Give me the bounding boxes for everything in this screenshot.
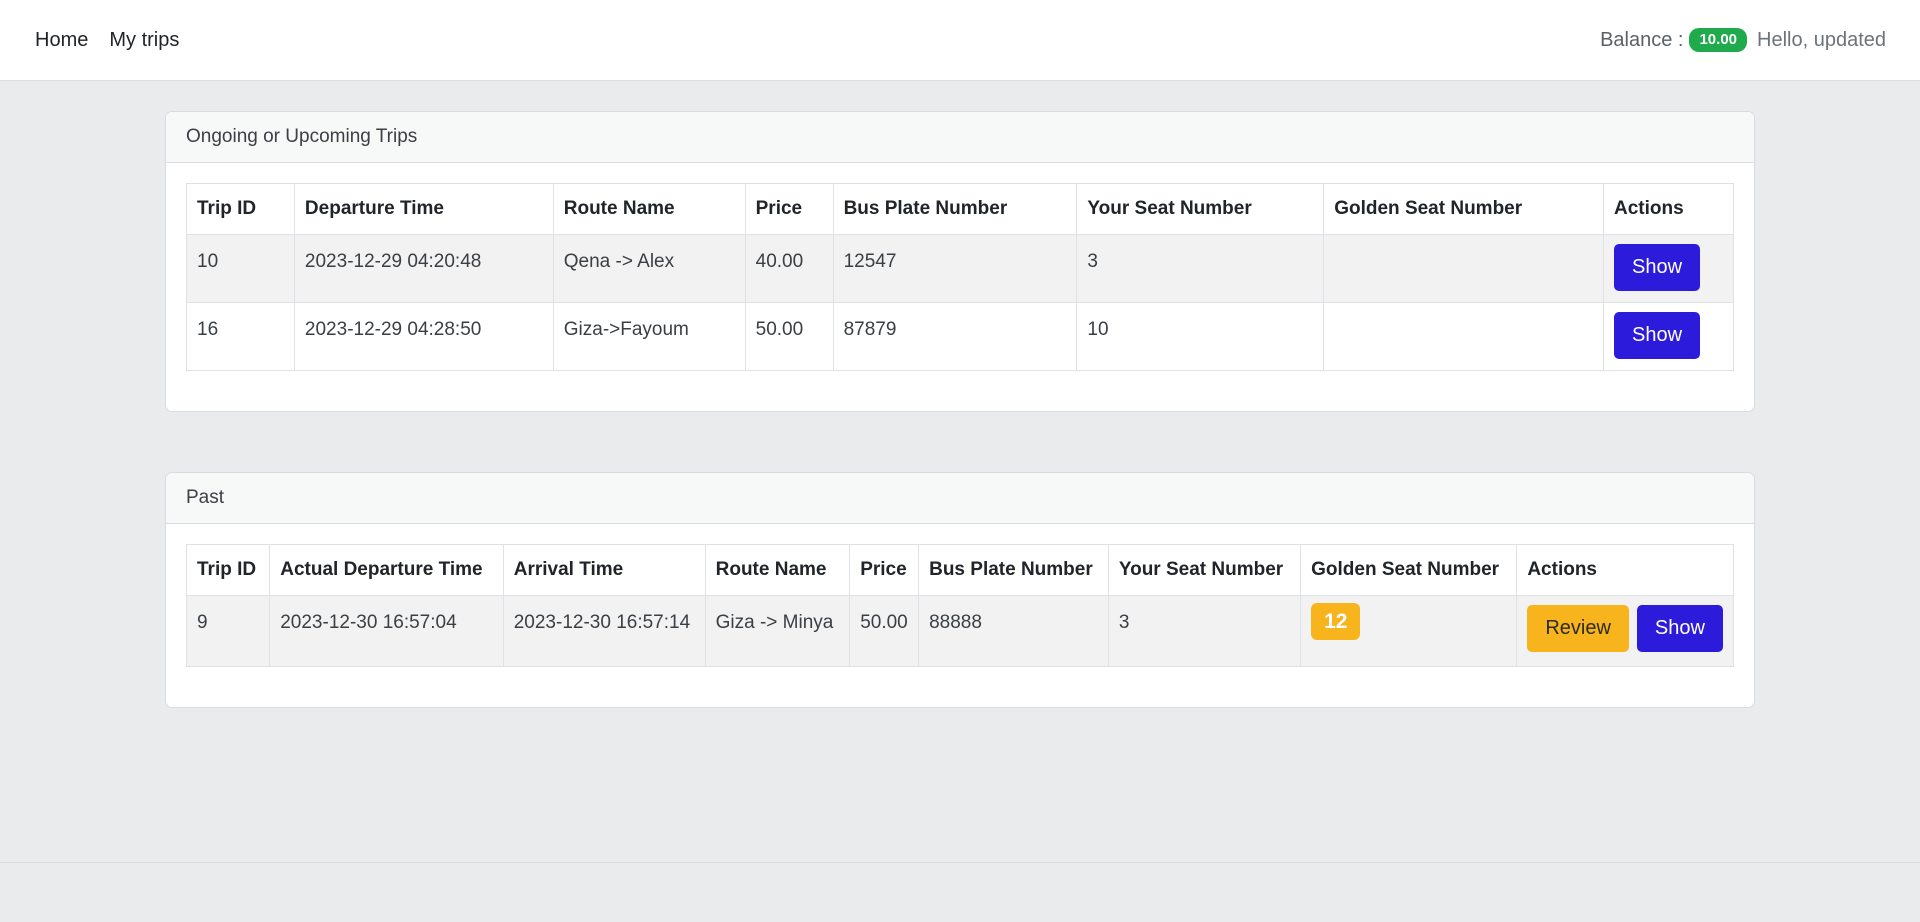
upcoming-trips-card: Ongoing or Upcoming Trips Trip ID Depart… [165, 111, 1755, 412]
show-button[interactable]: Show [1614, 244, 1701, 291]
past-trips-table: Trip ID Actual Departure Time Arrival Ti… [185, 544, 1734, 667]
footer-divider [0, 862, 1920, 863]
show-button[interactable]: Show [1614, 312, 1701, 359]
balance-badge: 10.00 [1689, 28, 1748, 52]
column-header: Price [849, 544, 920, 596]
column-header: Golden Seat Number [1323, 183, 1605, 235]
upcoming-trips-title: Ongoing or Upcoming Trips [166, 112, 1754, 163]
column-header: Bus Plate Number [832, 183, 1078, 235]
column-header: Bus Plate Number [918, 544, 1109, 596]
golden-seat-cell: 12 [1300, 595, 1518, 667]
column-header: Your Seat Number [1107, 544, 1302, 596]
seat-number-cell: 3 [1107, 595, 1302, 667]
departure-time-cell: 2023-12-29 04:20:48 [293, 234, 554, 303]
bus-plate-cell: 88888 [918, 595, 1109, 667]
actions-cell: Show [1603, 234, 1734, 303]
column-header: Actions [1516, 544, 1734, 596]
nav-my-trips-link[interactable]: My trips [109, 29, 179, 52]
column-header: Trip ID [185, 544, 271, 596]
price-cell: 40.00 [744, 234, 834, 303]
actions-cell: Review Show [1516, 595, 1734, 667]
column-header: Arrival Time [502, 544, 706, 596]
bus-plate-cell: 87879 [832, 302, 1078, 371]
nav-links: Home My trips [35, 29, 200, 52]
column-header: Actions [1603, 183, 1734, 235]
balance-label: Balance : [1600, 28, 1684, 51]
column-header: Actual Departure Time [269, 544, 504, 596]
top-navbar: Home My trips Balance : 10.00 Hello, upd… [0, 0, 1920, 81]
route-name-cell: Qena -> Alex [552, 234, 746, 303]
past-trips-card: Past Trip ID Actual Departure Time Arriv… [165, 472, 1755, 708]
user-info: Balance : 10.00 Hello, updated [1600, 28, 1886, 52]
actions-cell: Show [1603, 302, 1734, 371]
column-header: Route Name [552, 183, 746, 235]
trip-id-cell: 16 [186, 302, 295, 371]
show-button[interactable]: Show [1636, 605, 1723, 652]
table-header-row: Trip ID Actual Departure Time Arrival Ti… [185, 544, 1734, 596]
table-row: 9 2023-12-30 16:57:04 2023-12-30 16:57:1… [185, 595, 1734, 667]
column-header: Your Seat Number [1076, 183, 1325, 235]
table-row: 10 2023-12-29 04:20:48 Qena -> Alex 40.0… [186, 234, 1734, 303]
actual-departure-cell: 2023-12-30 16:57:04 [269, 595, 504, 667]
golden-seat-cell [1323, 302, 1605, 371]
route-name-cell: Giza->Fayoum [552, 302, 746, 371]
review-button[interactable]: Review [1527, 605, 1629, 652]
table-header-row: Trip ID Departure Time Route Name Price … [186, 183, 1734, 235]
seat-number-cell: 10 [1076, 302, 1325, 371]
golden-seat-badge: 12 [1311, 603, 1361, 640]
past-trips-body: Trip ID Actual Departure Time Arrival Ti… [166, 524, 1754, 707]
past-trips-title: Past [166, 473, 1754, 524]
price-cell: 50.00 [849, 595, 920, 667]
upcoming-trips-table: Trip ID Departure Time Route Name Price … [186, 183, 1734, 371]
arrival-time-cell: 2023-12-30 16:57:14 [502, 595, 706, 667]
column-header: Golden Seat Number [1300, 544, 1518, 596]
column-header: Route Name [704, 544, 851, 596]
nav-home-link[interactable]: Home [35, 29, 88, 52]
upcoming-trips-body: Trip ID Departure Time Route Name Price … [166, 163, 1754, 411]
column-header: Price [744, 183, 834, 235]
table-row: 16 2023-12-29 04:28:50 Giza->Fayoum 50.0… [186, 302, 1734, 371]
seat-number-cell: 3 [1076, 234, 1325, 303]
column-header: Departure Time [293, 183, 554, 235]
column-header: Trip ID [186, 183, 295, 235]
price-cell: 50.00 [744, 302, 834, 371]
departure-time-cell: 2023-12-29 04:28:50 [293, 302, 554, 371]
route-name-cell: Giza -> Minya [704, 595, 851, 667]
trip-id-cell: 10 [186, 234, 295, 303]
golden-seat-cell [1323, 234, 1605, 303]
bus-plate-cell: 12547 [832, 234, 1078, 303]
user-greeting: Hello, updated [1757, 28, 1886, 51]
trip-id-cell: 9 [185, 595, 271, 667]
